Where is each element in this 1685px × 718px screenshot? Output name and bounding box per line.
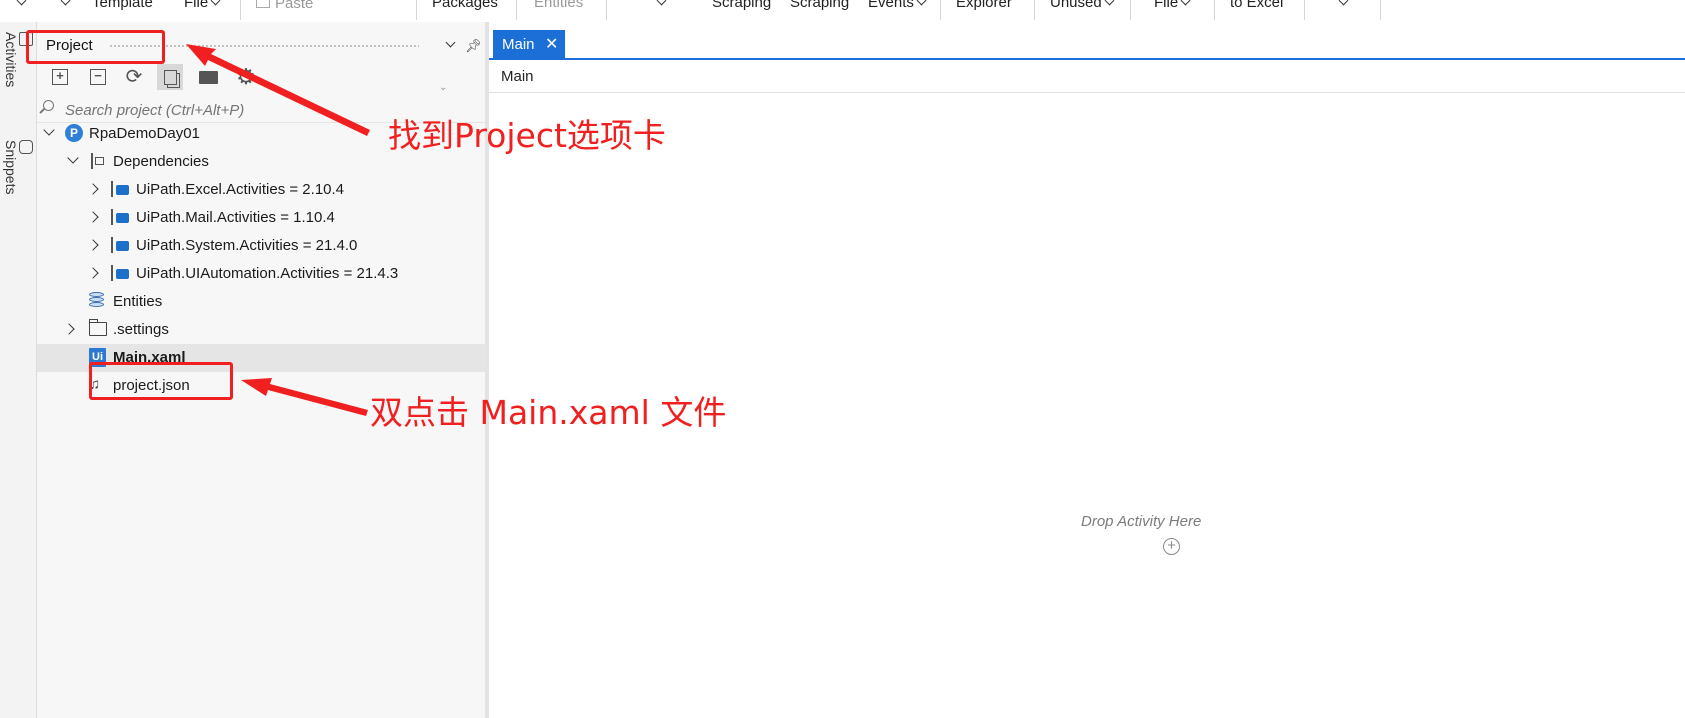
settings-folder-label: .settings <box>113 321 169 338</box>
tree-item-package[interactable]: UiPath.UIAutomation.Activities = 21.4.3 <box>37 260 485 288</box>
chevron-right-icon[interactable] <box>87 267 99 279</box>
close-icon[interactable]: ✕ <box>545 34 558 54</box>
project-icon: P <box>65 124 83 142</box>
package-label: UiPath.Mail.Activities = 1.10.4 <box>136 209 335 226</box>
chevron-right-icon[interactable] <box>63 323 75 335</box>
ribbon-template[interactable]: Template <box>92 0 153 11</box>
project-name: RpaDemoDay01 <box>89 125 200 142</box>
chevron-right-icon[interactable] <box>87 239 99 251</box>
tree-item-settings-folder[interactable]: .settings <box>37 316 485 344</box>
ribbon-explorer[interactable]: Explorer <box>956 0 1012 11</box>
ribbon-dropdown-1[interactable] <box>14 0 27 11</box>
ribbon-dropdown-3[interactable] <box>654 0 667 11</box>
ribbon-file-1[interactable]: File <box>184 0 221 11</box>
ribbon-packages[interactable]: Packages <box>432 0 498 11</box>
breadcrumb-main[interactable]: Main <box>501 68 534 85</box>
dependencies-label: Dependencies <box>113 153 209 170</box>
ribbon-screen-scraping[interactable]: Scraping <box>712 0 771 11</box>
settings-icon[interactable]: ⚙︎ <box>233 64 259 90</box>
project-tab-highlight <box>26 30 165 64</box>
package-icon <box>111 181 131 197</box>
chevron-down-icon[interactable] <box>67 152 79 164</box>
ribbon-file-2[interactable]: File <box>1154 0 1191 11</box>
package-icon <box>111 265 131 281</box>
folder-icon <box>88 319 107 336</box>
dependencies-icon <box>89 153 105 169</box>
refresh-icon[interactable]: ⟳ <box>121 64 147 90</box>
breadcrumb: Main <box>489 60 1685 93</box>
add-activity-plus-icon[interactable]: + <box>1163 538 1180 555</box>
project-tab-note: 找到Project选项卡 <box>388 116 666 155</box>
pin-icon[interactable]: 📌︎ <box>465 38 482 54</box>
ribbon: Template File Paste Packages Entities Sc… <box>0 0 1685 23</box>
chevron-right-icon[interactable] <box>87 211 99 223</box>
ribbon-data-scraping[interactable]: Scraping <box>790 0 849 11</box>
tab-main-label: Main <box>502 36 535 53</box>
designer-panel: Main ✕ Main Drop Activity Here + <box>489 22 1685 718</box>
expand-all-icon[interactable]: + <box>47 64 73 90</box>
ribbon-unused[interactable]: Unused <box>1050 0 1115 11</box>
package-label: UiPath.System.Activities = 21.4.0 <box>136 237 358 254</box>
chevron-down-icon[interactable] <box>43 124 55 136</box>
ribbon-entities[interactable]: Entities <box>534 0 583 11</box>
panel-options-chevron-icon[interactable] <box>443 36 456 51</box>
ribbon-events[interactable]: Events <box>868 0 927 11</box>
chevron-right-icon[interactable] <box>87 183 99 195</box>
side-rail: Activities Snippets <box>0 22 37 718</box>
tree-item-package[interactable]: UiPath.System.Activities = 21.4.0 <box>37 232 485 260</box>
package-label: UiPath.Excel.Activities = 2.10.4 <box>136 181 345 198</box>
drop-activity-hint: Drop Activity Here <box>1081 513 1202 530</box>
entities-label: Entities <box>113 293 163 310</box>
show-all-files-icon[interactable] <box>157 64 183 90</box>
ribbon-dropdown-2[interactable] <box>58 0 71 11</box>
search-icon <box>43 100 54 111</box>
open-folder-icon[interactable] <box>195 64 221 90</box>
package-icon <box>111 209 131 225</box>
paste-icon <box>256 0 270 8</box>
collapse-all-icon[interactable]: − <box>85 64 111 90</box>
main-xaml-highlight <box>89 362 233 400</box>
document-tabs: Main ✕ <box>489 30 1685 60</box>
ribbon-dropdown-4[interactable] <box>1336 0 1349 11</box>
package-icon <box>111 237 131 253</box>
tree-item-package[interactable]: UiPath.Mail.Activities = 1.10.4 <box>37 204 485 232</box>
main-xaml-note: 双点击 Main.xaml 文件 <box>370 393 727 432</box>
tree-item-package[interactable]: UiPath.Excel.Activities = 2.10.4 <box>37 176 485 204</box>
ribbon-paste[interactable]: Paste <box>256 0 313 12</box>
tab-main[interactable]: Main ✕ <box>493 30 565 58</box>
package-label: UiPath.UIAutomation.Activities = 21.4.3 <box>136 265 399 282</box>
toolbar-overflow-chevron-icon[interactable]: ⌄ <box>439 82 447 93</box>
ribbon-export-to-excel[interactable]: to Excel <box>1230 0 1283 11</box>
rail-tab-snippets[interactable]: Snippets <box>3 140 33 194</box>
snippets-icon <box>19 140 33 154</box>
entities-database-icon <box>89 292 107 310</box>
tree-item-entities[interactable]: Entities <box>37 288 485 316</box>
